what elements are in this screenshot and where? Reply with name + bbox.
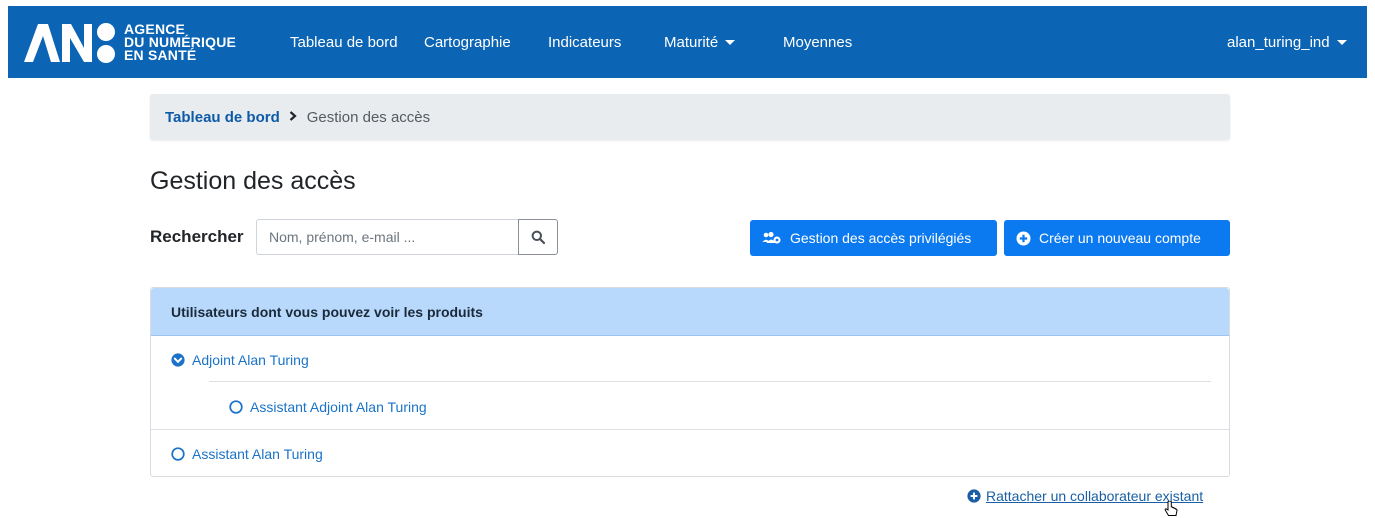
nav-maturite[interactable]: Maturité xyxy=(664,34,736,51)
divider xyxy=(151,429,1229,430)
privileged-access-button[interactable]: Gestion des accès privilégiés xyxy=(750,220,997,256)
nav-moyennes[interactable]: Moyennes xyxy=(783,34,852,51)
nav-cartographie[interactable]: Cartographie xyxy=(424,34,511,51)
user-item-adjoint[interactable]: Adjoint Alan Turing xyxy=(171,352,309,368)
create-account-label: Créer un nouveau compte xyxy=(1039,230,1201,246)
search-group xyxy=(256,219,558,255)
breadcrumb-current: Gestion des accès xyxy=(306,108,431,126)
chevron-down-icon xyxy=(725,40,736,45)
ans-logo-icon xyxy=(24,23,115,63)
page-title: Gestion des accès xyxy=(150,167,356,195)
top-navbar: AGENCE DU NUMÉRIQUE EN SANTÉ Tableau de … xyxy=(8,6,1367,78)
user-menu[interactable]: alan_turing_ind xyxy=(1227,34,1347,51)
divider xyxy=(209,381,1211,382)
user-name: Assistant Alan Turing xyxy=(192,446,323,462)
nav-indicateurs[interactable]: Indicateurs xyxy=(548,34,621,51)
brand-logo[interactable]: AGENCE DU NUMÉRIQUE EN SANTÉ xyxy=(22,18,280,66)
user-name: Assistant Adjoint Alan Turing xyxy=(250,399,427,415)
users-card: Utilisateurs dont vous pouvez voir les p… xyxy=(150,287,1230,477)
create-account-button[interactable]: Créer un nouveau compte xyxy=(1004,220,1230,256)
users-card-header: Utilisateurs dont vous pouvez voir les p… xyxy=(151,288,1229,336)
chevron-down-icon xyxy=(1336,40,1347,45)
brand-text: AGENCE DU NUMÉRIQUE EN SANTÉ xyxy=(124,22,236,63)
user-item-assistant-adjoint[interactable]: Assistant Adjoint Alan Turing xyxy=(229,399,427,415)
chevron-right-icon xyxy=(289,110,297,124)
breadcrumb-parent-link[interactable]: Tableau de bord xyxy=(165,109,280,126)
nav-tableau-de-bord[interactable]: Tableau de bord xyxy=(290,34,398,51)
user-name: Adjoint Alan Turing xyxy=(192,352,309,368)
search-label: Rechercher xyxy=(150,227,244,246)
plus-circle-icon xyxy=(1016,231,1031,246)
brand-line-3: EN SANTÉ xyxy=(124,46,197,63)
search-icon xyxy=(531,230,545,244)
breadcrumb: Tableau de bord Gestion des accès xyxy=(150,94,1230,140)
plus-circle-icon xyxy=(967,489,981,503)
check-circle-icon xyxy=(171,353,185,367)
circle-icon xyxy=(229,400,243,414)
hand-pointer-cursor-icon xyxy=(1164,501,1178,516)
user-menu-label: alan_turing_ind xyxy=(1227,34,1330,51)
privileged-access-label: Gestion des accès privilégiés xyxy=(790,230,972,246)
search-input[interactable] xyxy=(256,219,518,255)
users-cog-icon xyxy=(762,231,782,245)
search-button[interactable] xyxy=(518,219,558,255)
circle-icon xyxy=(171,447,185,461)
nav-maturite-label: Maturité xyxy=(664,34,719,51)
user-item-assistant[interactable]: Assistant Alan Turing xyxy=(171,446,323,462)
